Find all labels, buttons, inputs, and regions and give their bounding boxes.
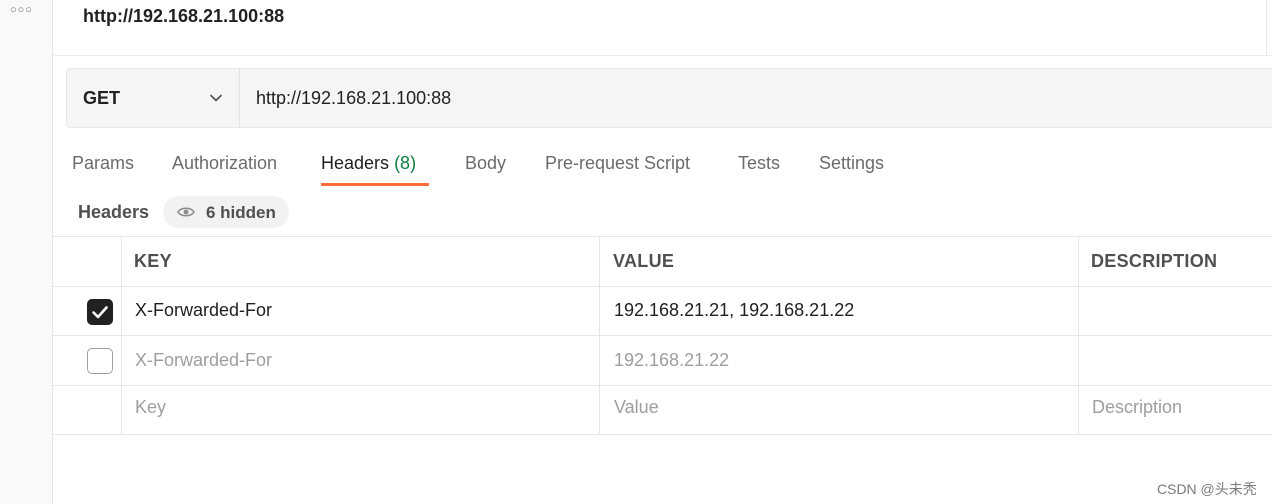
tab-headers-count: (8) — [394, 153, 417, 173]
row-enabled-checkbox[interactable] — [87, 348, 113, 374]
header-key-cell[interactable]: X-Forwarded-For — [135, 300, 272, 321]
checkmark-icon — [92, 306, 108, 319]
row-divider — [53, 335, 1272, 336]
column-divider — [599, 237, 600, 435]
new-value-input[interactable]: Value — [614, 397, 659, 418]
left-rail: ○○○ — [0, 0, 53, 504]
ellipsis-icon[interactable]: ○○○ — [10, 4, 33, 16]
tab-params[interactable]: Params — [72, 153, 134, 174]
column-header-description: DESCRIPTION — [1091, 251, 1218, 271]
new-description-input[interactable]: Description — [1092, 397, 1182, 418]
headers-table: KEY VALUE DESCRIPTION X-Forwarded-For 19… — [53, 236, 1272, 435]
header-value-cell[interactable]: 192.168.21.22 — [614, 350, 729, 371]
method-select[interactable]: GET — [67, 69, 240, 127]
column-divider — [1078, 237, 1079, 435]
new-key-input[interactable]: Key — [135, 397, 166, 418]
column-header-value: VALUE — [613, 251, 675, 271]
divider — [53, 55, 1272, 56]
header-key-cell[interactable]: X-Forwarded-For — [135, 350, 272, 371]
active-tab-indicator — [321, 183, 429, 186]
eye-icon — [177, 207, 195, 217]
column-divider — [121, 237, 122, 435]
tab-pre-request-script[interactable]: Pre-request Script — [545, 153, 690, 174]
row-enabled-checkbox[interactable] — [87, 299, 113, 325]
hidden-count-label: 6 hidden — [206, 203, 276, 222]
tab-settings[interactable]: Settings — [819, 153, 884, 174]
request-bar: GET http://192.168.21.100:88 — [66, 68, 1272, 128]
hidden-headers-toggle[interactable]: 6 hidden — [163, 196, 289, 228]
method-label: GET — [83, 88, 121, 108]
tab-authorization[interactable]: Authorization — [172, 153, 277, 174]
tab-headers-label: Headers — [321, 153, 390, 173]
tab-body[interactable]: Body — [465, 153, 506, 174]
tab-edge — [1266, 0, 1272, 55]
tab-tests[interactable]: Tests — [738, 153, 780, 174]
row-divider — [53, 385, 1272, 386]
url-input[interactable]: http://192.168.21.100:88 — [256, 88, 451, 109]
row-divider — [53, 286, 1272, 287]
header-value-cell[interactable]: 192.168.21.21, 192.168.21.22 — [614, 300, 854, 321]
watermark: CSDN @头未秃 — [1157, 481, 1257, 497]
request-tab-title[interactable]: http://192.168.21.100:88 — [83, 6, 284, 27]
column-header-key: KEY — [134, 251, 172, 271]
chevron-down-icon — [210, 94, 222, 102]
tab-headers[interactable]: Headers (8) — [321, 153, 416, 174]
headers-section-label: Headers — [78, 202, 150, 222]
